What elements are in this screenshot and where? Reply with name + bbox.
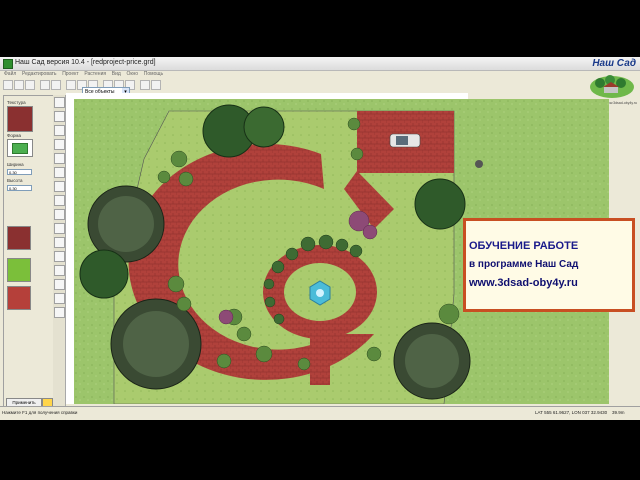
properties-panel: Текстура Форма Ширина 0.30 Высота 0.30 П… [3, 95, 54, 409]
menu-item-file[interactable]: Файл [4, 70, 16, 78]
save-icon[interactable] [25, 80, 35, 90]
building-tool-icon[interactable] [54, 195, 65, 206]
rectangle-tool-icon[interactable] [54, 111, 65, 122]
banner-line-2: в программе Наш Сад [469, 259, 579, 270]
shape-label: Форма [7, 133, 22, 138]
texture-label: Текстура [7, 100, 26, 105]
status-bar: Нажмите F1 для получения справки LAT 555… [0, 406, 640, 420]
menu-item-window[interactable]: Окно [126, 70, 138, 78]
car-tool-icon[interactable] [54, 279, 65, 290]
logo-tagline: www.3dsad-oby4y.ru [604, 101, 637, 105]
menu-item-help[interactable]: Помощь [144, 70, 163, 78]
menu-item-edit[interactable]: Редактировать [22, 70, 57, 78]
bench-tool-icon[interactable] [54, 307, 65, 318]
drawing-toolbar [53, 95, 66, 407]
banner-line-1: ОБУЧЕНИЕ РАБОТЕ [469, 240, 579, 252]
fence-tool-icon[interactable] [54, 209, 65, 220]
tutorial-banner: ОБУЧЕНИЕ РАБОТЕ в программе Наш Сад www.… [463, 218, 635, 312]
title-bar: Наш Сад версия 10.4 - [redproject-price.… [0, 57, 640, 71]
menu-item-plants[interactable]: Растения [84, 70, 106, 78]
print-icon[interactable] [151, 80, 161, 90]
cut-icon[interactable] [66, 80, 76, 90]
south-path [310, 329, 330, 385]
menu-bar: Файл Редактировать Проект Растения Вид О… [0, 70, 590, 78]
text-tool-icon[interactable] [54, 237, 65, 248]
app-icon [3, 59, 13, 69]
texture-preview-red[interactable] [7, 226, 31, 250]
car-windshield [396, 136, 408, 145]
new-file-icon[interactable] [3, 80, 13, 90]
light-tool-icon[interactable] [54, 265, 65, 276]
measure-tool-icon[interactable] [54, 251, 65, 262]
width-label: Ширина [7, 162, 24, 167]
status-coordinates: LAT 555 61.9627, LON 037 32.9430 [535, 410, 608, 415]
menu-item-project[interactable]: Проект [62, 70, 78, 78]
status-hint: Нажмите F1 для получения справки [2, 410, 78, 415]
open-file-icon[interactable] [14, 80, 24, 90]
ellipse-tool-icon[interactable] [54, 125, 65, 136]
polygon-tool-icon[interactable] [54, 139, 65, 150]
shape-rect-icon [12, 143, 28, 154]
undo-icon[interactable] [40, 80, 50, 90]
fountain-jet [316, 289, 324, 297]
shape-swatch[interactable] [7, 139, 33, 157]
texture-swatch[interactable] [7, 106, 33, 132]
select-tool-icon[interactable] [54, 97, 65, 108]
height-field[interactable]: 0.30 [7, 185, 32, 191]
redo-icon[interactable] [51, 80, 61, 90]
rock-icon [475, 160, 483, 168]
path-tool-icon[interactable] [54, 153, 65, 164]
height-label: Высота [7, 178, 23, 183]
texture-preview-grass[interactable] [7, 258, 31, 282]
view-3d-icon[interactable] [140, 80, 150, 90]
status-zoom: 39.9m [612, 410, 625, 415]
width-field[interactable]: 0.30 [7, 169, 32, 175]
water-tool-icon[interactable] [54, 223, 65, 234]
window-title: Наш Сад версия 10.4 - [redproject-price.… [15, 59, 156, 66]
banner-line-3: www.3dsad-oby4y.ru [469, 277, 578, 289]
rock-tool-icon[interactable] [54, 293, 65, 304]
texture-preview-brick[interactable] [7, 286, 31, 310]
tree-tool-icon[interactable] [54, 181, 65, 192]
plant-tool-icon[interactable] [54, 167, 65, 178]
menu-item-view[interactable]: Вид [112, 70, 121, 78]
